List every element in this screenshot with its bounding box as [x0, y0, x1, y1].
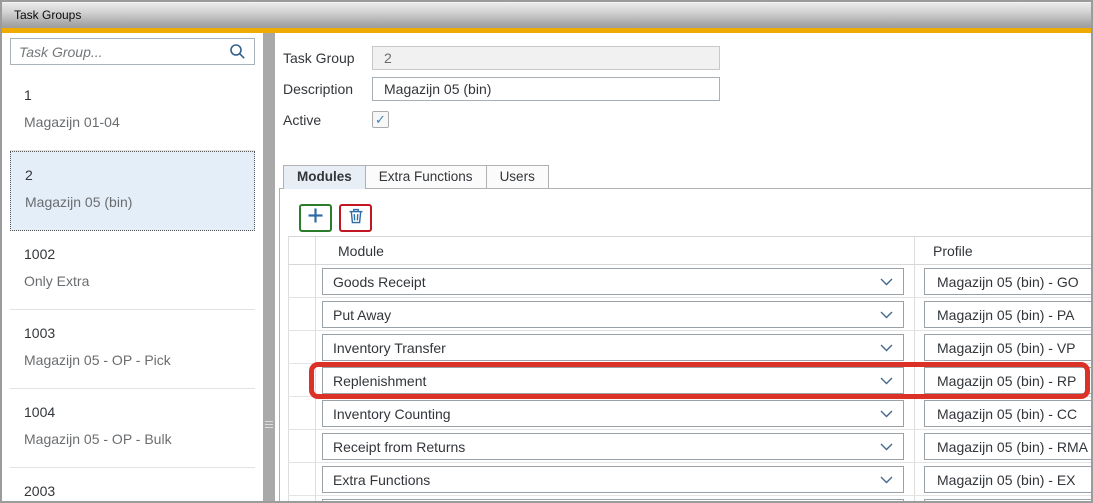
trash-icon — [348, 208, 364, 229]
item-id: 2 — [25, 167, 254, 183]
module-select[interactable]: Replenishment — [322, 367, 904, 394]
active-label: Active — [283, 112, 372, 128]
item-description: Magazijn 05 (bin) — [25, 194, 254, 210]
add-row-button[interactable] — [299, 204, 332, 232]
item-id: 1 — [24, 87, 255, 103]
chevron-down-icon — [880, 311, 893, 319]
modules-table: Module Profile Goods Receipt — [288, 236, 1091, 501]
profile-input[interactable] — [924, 466, 1091, 493]
task-group-input — [372, 46, 720, 70]
row-selector[interactable] — [288, 430, 316, 462]
item-description: Only Extra — [24, 273, 255, 289]
task-group-item[interactable]: 1002 Only Extra — [10, 231, 255, 310]
chevron-down-icon — [880, 410, 893, 418]
task-group-item-selected[interactable]: 2 Magazijn 05 (bin) — [10, 151, 255, 231]
active-checkbox[interactable]: ✓ — [372, 111, 389, 128]
delete-row-button[interactable] — [339, 204, 372, 232]
tab-strip: Modules Extra Functions Users — [283, 165, 548, 189]
panel-splitter[interactable] — [263, 33, 275, 501]
item-id: 1002 — [24, 246, 255, 262]
table-header-row: Module Profile — [288, 236, 1091, 265]
table-row: Receipt from Returns — [288, 430, 1091, 463]
item-id: 1003 — [24, 325, 255, 341]
module-select[interactable]: Goods Receipt — [322, 268, 904, 295]
task-group-item[interactable]: 1 Magazijn 01-04 — [10, 72, 255, 151]
search-input[interactable] — [19, 44, 229, 60]
task-group-list: 1 Magazijn 01-04 2 Magazijn 05 (bin) 100… — [10, 72, 255, 501]
description-input[interactable] — [372, 77, 720, 101]
module-select[interactable] — [322, 499, 904, 501]
row-selector[interactable] — [288, 496, 316, 501]
window-titlebar: Task Groups — [2, 2, 1091, 28]
table-row: Inventory Transfer — [288, 331, 1091, 364]
description-label: Description — [283, 81, 372, 97]
active-field-row: Active ✓ — [283, 111, 389, 128]
task-group-label: Task Group — [283, 50, 372, 66]
table-row: Inventory Counting — [288, 397, 1091, 430]
task-group-item[interactable]: 1004 Magazijn 05 - OP - Bulk — [10, 389, 255, 468]
chevron-down-icon — [880, 443, 893, 451]
table-row: Put Away — [288, 298, 1091, 331]
profile-column-header: Profile — [914, 237, 1091, 264]
profile-input[interactable] — [924, 433, 1091, 460]
content-area: 1 Magazijn 01-04 2 Magazijn 05 (bin) 100… — [2, 33, 1091, 501]
profile-input[interactable] — [924, 301, 1091, 328]
item-description: Magazijn 05 - OP - Bulk — [24, 431, 255, 447]
chevron-down-icon — [880, 476, 893, 484]
modules-tab-panel: Module Profile Goods Receipt — [279, 188, 1091, 501]
row-selector[interactable] — [288, 265, 316, 297]
sidebar: 1 Magazijn 01-04 2 Magazijn 05 (bin) 100… — [2, 33, 263, 501]
profile-input[interactable] — [924, 400, 1091, 427]
header-selector-cell — [288, 237, 316, 264]
module-select[interactable]: Inventory Transfer — [322, 334, 904, 361]
search-icon[interactable] — [229, 43, 246, 60]
chevron-down-icon — [880, 344, 893, 352]
description-field-row: Description — [283, 77, 720, 101]
tab-extra-functions[interactable]: Extra Functions — [365, 165, 487, 189]
chevron-down-icon — [880, 377, 893, 385]
checkmark-icon: ✓ — [375, 112, 386, 128]
profile-input[interactable] — [924, 268, 1091, 295]
window-title: Task Groups — [14, 8, 81, 22]
splitter-grip-icon — [265, 421, 273, 430]
item-description: Magazijn 05 - OP - Pick — [24, 352, 255, 368]
plus-icon — [307, 207, 324, 229]
row-selector[interactable] — [288, 364, 316, 396]
table-row: Extra Functions — [288, 463, 1091, 496]
profile-input[interactable] — [924, 499, 1091, 501]
table-row — [288, 496, 1091, 501]
row-selector[interactable] — [288, 463, 316, 495]
table-row: Goods Receipt — [288, 265, 1091, 298]
row-selector[interactable] — [288, 331, 316, 363]
main-panel: Task Group Description Active ✓ Modules … — [275, 33, 1091, 501]
module-select[interactable]: Extra Functions — [322, 466, 904, 493]
item-description: Magazijn 01-04 — [24, 114, 255, 130]
module-select[interactable]: Receipt from Returns — [322, 433, 904, 460]
profile-input[interactable] — [924, 367, 1091, 394]
tab-modules[interactable]: Modules — [283, 165, 366, 189]
task-group-item[interactable]: 2003 — [10, 468, 255, 501]
module-column-header: Module — [316, 237, 914, 264]
task-group-search-box — [10, 38, 255, 65]
tab-users[interactable]: Users — [486, 165, 549, 189]
item-id: 1004 — [24, 404, 255, 420]
task-groups-window: Task Groups 1 Magazijn 01-04 2 Magazijn … — [0, 0, 1093, 503]
module-select[interactable]: Put Away — [322, 301, 904, 328]
module-select[interactable]: Inventory Counting — [322, 400, 904, 427]
task-group-field-row: Task Group — [283, 46, 720, 70]
task-group-item[interactable]: 1003 Magazijn 05 - OP - Pick — [10, 310, 255, 389]
item-id: 2003 — [24, 483, 255, 499]
chevron-down-icon — [880, 278, 893, 286]
row-selector[interactable] — [288, 298, 316, 330]
table-row-highlighted: Replenishment — [288, 364, 1091, 397]
row-selector[interactable] — [288, 397, 316, 429]
profile-input[interactable] — [924, 334, 1091, 361]
